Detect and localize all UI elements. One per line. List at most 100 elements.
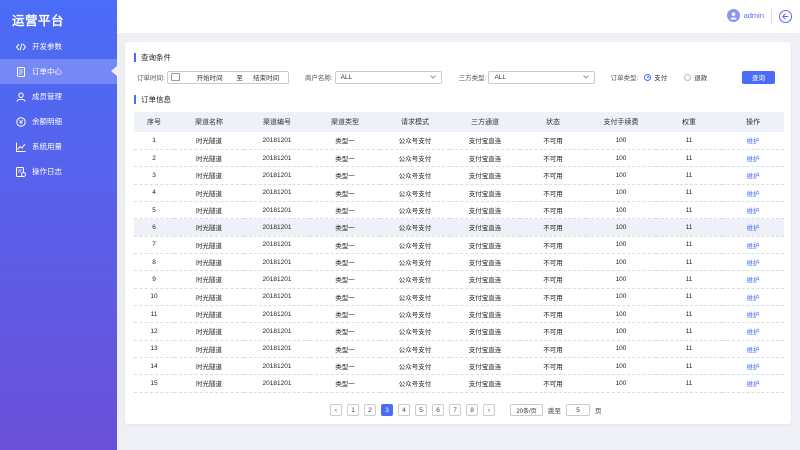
divider [771,9,772,24]
table-cell: 12 [150,327,158,335]
radio-label: 退款 [694,75,708,82]
action-cell: 维护 [722,184,784,201]
table-row: 8 时光隧道 20181201 类型一 公众号支付 支付宝直连 不可用 100 11 维护 [134,253,784,271]
table-cell: 2 [152,154,156,162]
sidebar-item-order-center[interactable]: 订单中心 [0,59,117,84]
table-row: 14 时光隧道 20181201 类型一 公众号支付 支付宝直连 不可用 100 11 维护 [134,357,784,375]
table-cell: 不可用 [543,346,563,354]
sidebar-item-usage[interactable]: 系统用量 [0,134,117,159]
table-cell: 20181201 [262,154,292,162]
page-button[interactable]: 2 [364,404,376,416]
action-cell: 维护 [722,236,784,253]
end-time-input[interactable]: 结束时间 [244,72,287,82]
sidebar-item-dev-params[interactable]: 开发参数 [0,34,117,59]
orders-table: 序号 渠道名称 渠道编号 渠道类型 请求模式 三方通道 状态 支付手续费 权重 操作 1 时光隧道 2… [134,112,784,393]
action-cell: 维护 [722,323,784,340]
prev-page-button[interactable]: ‹ [330,404,342,416]
table-cell: 类型一 [335,138,355,146]
logout-button[interactable] [779,10,792,23]
merchant-label: 商户名称: [304,75,333,82]
user-menu[interactable]: admin [726,9,764,22]
orders-section-title: 订单信息 [134,95,171,104]
sidebar-item-members[interactable]: 成员管理 [0,84,117,109]
order-type-refund-radio[interactable]: 退款 [684,72,707,82]
table-cell: 100 [615,223,627,231]
maintain-link[interactable]: 维护 [747,138,760,145]
maintain-link[interactable]: 维护 [747,347,760,354]
table-cell: 支付宝直连 [468,277,502,285]
maintain-link[interactable]: 维护 [747,225,760,232]
radio-dot [684,73,692,81]
maintain-link[interactable]: 维护 [747,381,760,388]
table-cell: 100 [615,362,627,370]
page-button[interactable]: 3 [381,404,393,416]
column-header: 支付手续费 [603,119,639,126]
table-cell: 类型一 [335,260,355,268]
sidebar-item-logs[interactable]: 操作日志 [0,159,117,184]
page-button[interactable]: 1 [347,404,359,416]
table-cell: 时光隧道 [196,156,222,164]
action-cell: 维护 [722,219,784,236]
merchant-select[interactable]: ALL [334,70,442,84]
table-cell: 类型一 [335,225,355,233]
order-type-pay-radio[interactable]: 支付 [644,72,667,82]
table-cell: 类型一 [335,312,355,320]
order-time-label: 订单时间: [137,75,165,82]
maintain-link[interactable]: 维护 [747,277,760,284]
table-cell: 类型一 [335,190,355,198]
table-cell: 支付宝直连 [468,190,502,198]
sidebar-item-label: 系统用量 [32,142,62,151]
table-cell: 时光隧道 [196,346,222,354]
third-party-select[interactable]: ALL [488,70,596,84]
maintain-link[interactable]: 维护 [747,208,760,215]
table-cell: 4 [152,189,156,197]
table-cell: 类型一 [335,242,355,250]
start-time-input[interactable]: 开始时间 [185,72,235,82]
maintain-link[interactable]: 维护 [747,191,760,198]
maintain-link[interactable]: 维护 [747,156,760,163]
jump-page-input[interactable] [566,404,590,416]
maintain-link[interactable]: 维护 [747,173,760,180]
sidebar-item-balance[interactable]: 余额明细 [0,109,117,134]
table-cell: 时光隧道 [196,138,222,146]
table-cell: 公众号支付 [398,277,432,285]
table-cell: 20181201 [262,310,292,318]
table-cell: 支付宝直连 [468,173,502,181]
next-page-button[interactable]: › [483,404,495,416]
action-cell: 维护 [722,149,784,166]
table-cell: 11 [685,189,693,197]
table-cell: 支付宝直连 [468,364,502,372]
page-button[interactable]: 5 [415,404,427,416]
maintain-link[interactable]: 维护 [747,312,760,319]
table-cell: 11 [685,223,693,231]
main-card: 查询条件 订单时间: 开始时间 至 结束时间 商户名称: ALL 三方类型: A… [125,42,791,424]
maintain-link[interactable]: 维护 [747,364,760,371]
page-button[interactable]: 6 [432,404,444,416]
action-cell: 维护 [722,271,784,288]
table-cell: 时光隧道 [196,312,222,320]
table-cell: 11 [685,293,693,301]
maintain-link[interactable]: 维护 [747,329,760,336]
table-cell: 11 [685,275,693,283]
action-cell: 维护 [722,357,784,374]
table-cell: 类型一 [335,208,355,216]
page-size-select[interactable]: 20条/页 [510,404,543,416]
table-cell: 100 [615,154,627,162]
page-button[interactable]: 8 [466,404,478,416]
column-header: 操作 [746,119,760,126]
table-cell: 10 [150,293,158,301]
table-cell: 100 [615,275,627,283]
table-cell: 类型一 [335,329,355,337]
page-button[interactable]: 4 [398,404,410,416]
table-cell: 不可用 [543,312,563,320]
table-cell: 公众号支付 [398,346,432,354]
order-time-range[interactable]: 开始时间 至 结束时间 [166,70,289,84]
search-button[interactable]: 查询 [742,70,775,84]
avatar [726,9,740,22]
page-button[interactable]: 7 [449,404,461,416]
table-cell: 20181201 [262,136,292,144]
maintain-link[interactable]: 维护 [747,260,760,267]
maintain-link[interactable]: 维护 [747,243,760,250]
maintain-link[interactable]: 维护 [747,295,760,302]
table-row: 10 时光隧道 20181201 类型一 公众号支付 支付宝直连 不可用 100 11 维护 [134,288,784,306]
